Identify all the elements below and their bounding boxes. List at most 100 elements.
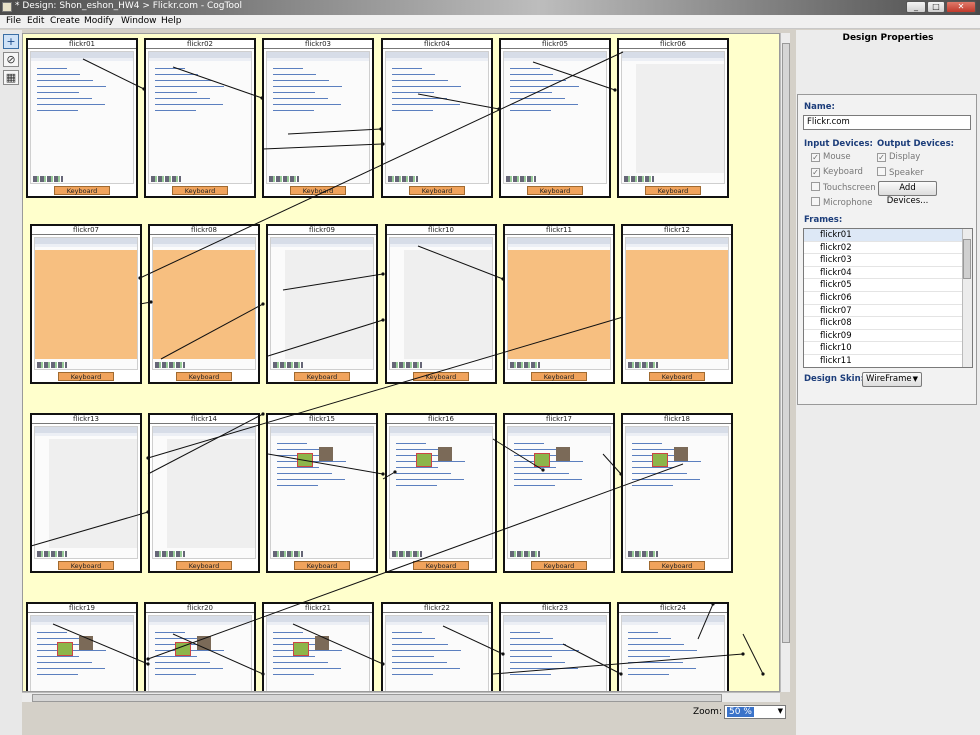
frames-list-item[interactable]: flickr05 xyxy=(804,279,962,292)
frame-title: flickr20 xyxy=(146,604,254,613)
frames-list-item[interactable]: flickr08 xyxy=(804,317,962,330)
frames-list-item[interactable]: flickr01 xyxy=(804,229,962,242)
frames-list-item[interactable]: flickr07 xyxy=(804,305,962,318)
frame-flickr24[interactable]: flickr24Keyboard xyxy=(617,602,729,691)
menu-create[interactable]: Create xyxy=(48,16,82,26)
frame-flickr04[interactable]: flickr04 Keyboard xyxy=(381,38,493,198)
speaker-checkbox[interactable]: Speaker xyxy=(877,167,924,178)
frame-flickr02[interactable]: flickr02 Keyboard xyxy=(144,38,256,198)
menu-bar: File Edit Create Modify Window Help xyxy=(0,15,980,29)
frame-flickr09[interactable]: flickr09 Keyboard xyxy=(266,224,378,384)
frame-title: flickr22 xyxy=(383,604,491,613)
frame-title: flickr13 xyxy=(32,415,140,424)
frame-screenshot xyxy=(389,426,493,559)
design-skin-select[interactable]: WireFrame ▼ xyxy=(862,372,922,387)
frame-flickr08[interactable]: flickr08 Keyboard xyxy=(148,224,260,384)
frames-list-item[interactable]: flickr03 xyxy=(804,254,962,267)
frame-flickr23[interactable]: flickr23Keyboard xyxy=(499,602,611,691)
frame-flickr19[interactable]: flickr19Keyboard xyxy=(26,602,138,691)
device-label: Keyboard xyxy=(176,372,232,381)
frame-flickr07[interactable]: flickr07 Keyboard xyxy=(30,224,142,384)
frame-screenshot xyxy=(148,51,252,184)
frame-title: flickr19 xyxy=(28,604,136,613)
frame-flickr12[interactable]: flickr12 Keyboard xyxy=(621,224,733,384)
frames-list-item[interactable]: flickr10 xyxy=(804,342,962,355)
window-titlebar: * Design: Shon_eshon_HW4 > Flickr.com - … xyxy=(0,0,980,15)
frame-title: flickr18 xyxy=(623,415,731,424)
frame-flickr14[interactable]: flickr14 Keyboard xyxy=(148,413,260,573)
frame-flickr11[interactable]: flickr11 Keyboard xyxy=(503,224,615,384)
menu-edit[interactable]: Edit xyxy=(25,16,46,26)
close-button[interactable]: ✕ xyxy=(946,1,976,13)
transition-arrow[interactable] xyxy=(742,633,764,675)
microphone-checkbox[interactable]: Microphone xyxy=(811,197,872,208)
menu-modify[interactable]: Modify xyxy=(82,16,116,26)
frames-list-item[interactable]: flickr06 xyxy=(804,292,962,305)
frame-title: flickr07 xyxy=(32,226,140,235)
add-devices-button[interactable]: Add Devices... xyxy=(878,181,937,206)
frame-flickr13[interactable]: flickr13 Keyboard xyxy=(30,413,142,573)
keyboard-checkbox[interactable]: ✓ Keyboard xyxy=(811,167,863,177)
app-icon xyxy=(2,2,12,12)
frames-list[interactable]: flickr01 flickr02 flickr03 flickr04 flickr05… xyxy=(803,228,973,368)
frames-list-item[interactable]: flickr09 xyxy=(804,330,962,343)
device-label: Keyboard xyxy=(409,186,465,195)
frame-flickr16[interactable]: flickr16 Keyboard xyxy=(385,413,497,573)
menu-help[interactable]: Help xyxy=(159,16,184,26)
frame-flickr17[interactable]: flickr17 Keyboard xyxy=(503,413,615,573)
device-label: Keyboard xyxy=(649,561,705,570)
minimize-button[interactable]: _ xyxy=(906,1,926,13)
frames-list-scrollbar[interactable] xyxy=(962,229,972,367)
frame-screenshot xyxy=(148,615,252,691)
frame-flickr05[interactable]: flickr05 Keyboard xyxy=(499,38,611,198)
frames-list-item[interactable]: flickr04 xyxy=(804,267,962,280)
frame-screenshot xyxy=(270,426,374,559)
tool-palette: + ⊘ ▦ xyxy=(0,30,22,735)
device-label: Keyboard xyxy=(58,561,114,570)
frame-title: flickr05 xyxy=(501,40,609,49)
frame-flickr21[interactable]: flickr21Keyboard xyxy=(262,602,374,691)
transition-arrowhead xyxy=(761,672,765,676)
frame-screenshot xyxy=(30,51,134,184)
frame-screenshot xyxy=(621,615,725,691)
maximize-button[interactable]: □ xyxy=(927,1,945,13)
frame-screenshot xyxy=(625,426,729,559)
frame-flickr15[interactable]: flickr15 Keyboard xyxy=(266,413,378,573)
frame-flickr03[interactable]: flickr03 Keyboard xyxy=(262,38,374,198)
zoom-label: Zoom: xyxy=(693,707,722,717)
canvas-horizontal-scrollbar[interactable] xyxy=(22,692,780,702)
frame-screenshot xyxy=(152,426,256,559)
frame-flickr18[interactable]: flickr18 Keyboard xyxy=(621,413,733,573)
menu-file[interactable]: File xyxy=(4,16,23,26)
frame-screenshot xyxy=(266,615,370,691)
frame-flickr06[interactable]: flickr06 Keyboard xyxy=(617,38,729,198)
frame-title: flickr10 xyxy=(387,226,495,235)
input-devices-label: Input Devices: xyxy=(804,139,873,149)
frame-title: flickr23 xyxy=(501,604,609,613)
frame-flickr10[interactable]: flickr10 Keyboard xyxy=(385,224,497,384)
frame-grid-icon[interactable]: ▦ xyxy=(3,70,19,85)
frame-flickr01[interactable]: flickr01 Keyboard xyxy=(26,38,138,198)
device-label: Keyboard xyxy=(649,372,705,381)
device-label: Keyboard xyxy=(413,372,469,381)
draw-widget-icon[interactable]: ⊘ xyxy=(3,52,19,67)
frames-label: Frames: xyxy=(804,215,843,225)
canvas-vertical-scrollbar[interactable] xyxy=(780,33,790,692)
device-label: Keyboard xyxy=(294,561,350,570)
zoom-value: 50 % xyxy=(727,707,754,717)
frame-flickr22[interactable]: flickr22Keyboard xyxy=(381,602,493,691)
zoom-select[interactable]: 50 % ▼ xyxy=(724,705,786,719)
design-name-field[interactable]: Flickr.com xyxy=(803,115,971,130)
transition-arrowhead xyxy=(261,412,265,416)
frames-list-item[interactable]: flickr11 xyxy=(804,355,962,367)
mouse-checkbox[interactable]: ✓ Mouse xyxy=(811,152,851,162)
select-pointer-icon[interactable]: + xyxy=(3,34,19,49)
device-label: Keyboard xyxy=(290,186,346,195)
frame-flickr20[interactable]: flickr20Keyboard xyxy=(144,602,256,691)
touchscreen-checkbox[interactable]: Touchscreen xyxy=(811,182,876,193)
frames-list-item[interactable]: flickr02 xyxy=(804,242,962,255)
menu-window[interactable]: Window xyxy=(119,16,159,26)
frame-screenshot xyxy=(385,51,489,184)
design-canvas[interactable]: flickr01 Keyboard flickr02 Keyboard flickr03… xyxy=(22,33,780,692)
display-checkbox[interactable]: ✓ Display xyxy=(877,152,920,162)
